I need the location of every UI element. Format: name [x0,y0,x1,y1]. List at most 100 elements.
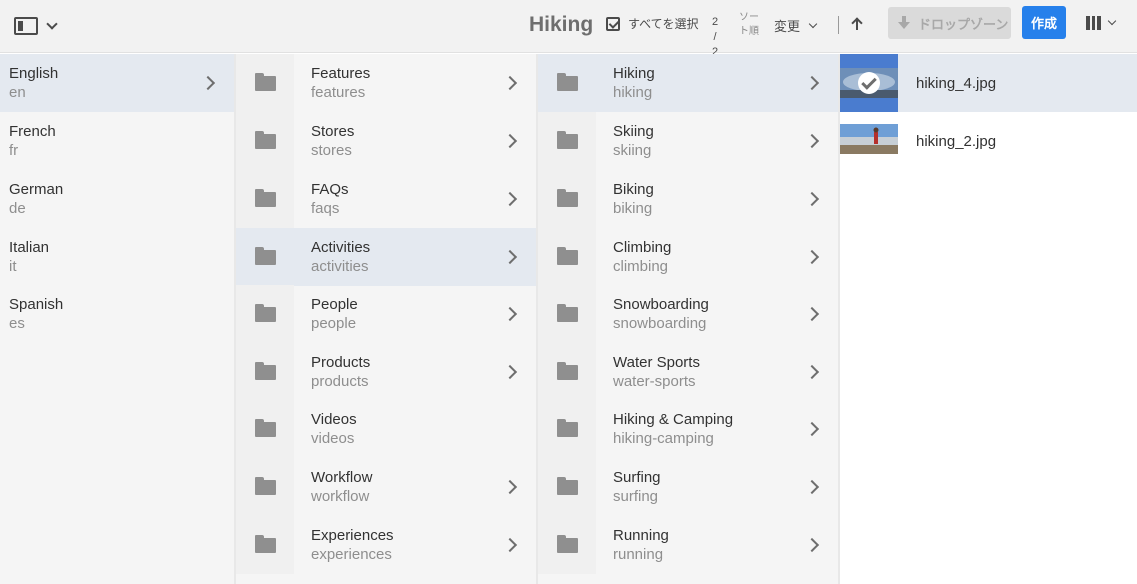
column-item[interactable]: Biking biking [538,170,838,228]
chevron-right-icon [502,479,518,495]
chevron-down-icon [1107,16,1117,26]
column-item[interactable]: Hiking & Camping hiking-camping [538,400,838,458]
dropzone-label: ドロップゾーン [918,16,1009,32]
view-switcher[interactable] [1086,16,1117,30]
column-item[interactable]: Spanish es [0,285,234,343]
column-item[interactable]: English en [0,54,234,112]
item-name: activities [311,258,369,275]
chevron-right-icon [804,75,820,91]
item-title: Water Sports [613,354,700,371]
item-title: Stores [311,123,355,140]
folder-icon [557,73,578,91]
asset-item[interactable]: hiking_4.jpg [840,54,1137,112]
chevron-right-icon [804,249,820,265]
toolbar-divider [838,16,839,34]
item-title: Workflow [311,469,373,486]
column-item[interactable]: FAQs faqs [236,170,536,228]
column-item[interactable]: Products products [236,343,536,401]
item-title: Surfing [613,469,661,486]
hiking-image [840,112,898,170]
chevron-right-icon [804,537,820,553]
item-thumbnail [538,458,596,516]
chevron-right-icon [804,421,820,437]
item-thumbnail [236,170,294,228]
column-item[interactable]: Running running [538,516,838,574]
folder-icon [557,131,578,149]
arrow-up-icon [856,20,858,30]
item-thumbnail [538,54,596,112]
column-item[interactable]: Snowboarding snowboarding [538,285,838,343]
item-thumbnail [236,285,294,343]
chevron-right-icon [804,306,820,322]
item-thumbnail [538,170,596,228]
item-thumbnail [236,400,294,458]
column-item[interactable]: Activities activities [236,228,536,286]
asset-item[interactable]: hiking_2.jpg [840,112,1137,170]
folder-icon [255,189,276,207]
item-name: surfing [613,488,659,505]
item-name: water-sports [613,373,696,390]
chevron-down-icon [808,19,818,28]
item-title: German [9,181,64,198]
column-item[interactable]: Hiking hiking [538,54,838,112]
item-title: Videos [311,411,357,428]
select-all-button[interactable]: すべてを選択 [606,15,698,32]
item-title: French [9,123,56,140]
rail-toggle-button[interactable] [14,12,70,40]
column-item[interactable]: Experiences experiences [236,516,536,574]
folder-icon [255,362,276,380]
item-name: es [9,315,25,332]
chevron-right-icon [200,75,216,91]
chevron-right-icon [804,479,820,495]
column-assets: hiking_4.jpg hiking_2.jpg [840,54,1137,584]
chevron-down-icon [46,18,58,30]
column-item[interactable]: German de [0,170,234,228]
folder-icon [557,247,578,265]
column-item[interactable]: People people [236,285,536,343]
folder-icon [255,535,276,553]
checkmark-icon [858,72,880,94]
sort-direction-button[interactable] [848,15,866,35]
column-item[interactable]: French fr [0,112,234,170]
item-thumbnail [538,516,596,574]
sort-select[interactable]: 変更 [774,16,818,35]
item-title: Hiking & Camping [613,411,734,428]
column-item[interactable]: Climbing climbing [538,228,838,286]
folder-icon [255,247,276,265]
item-name: faqs [311,200,340,217]
asset-name: hiking_2.jpg [916,133,997,150]
item-name: videos [311,430,355,447]
column-item[interactable]: Stores stores [236,112,536,170]
action-bar: Hiking すべてを選択 2 / 2 ソート順 変更 ドロップゾーン 作成 [0,0,1137,58]
item-title: Running [613,527,669,544]
column-item[interactable]: Features features [236,54,536,112]
column-item[interactable]: Workflow workflow [236,458,536,516]
column-item[interactable]: Videos videos [236,400,536,458]
column-view-icon [1086,16,1101,30]
item-thumbnail [236,228,294,286]
folder-icon [557,477,578,495]
column-item[interactable]: Surfing surfing [538,458,838,516]
item-thumbnail [538,112,596,170]
item-name: it [9,258,17,275]
select-all-label: すべてを選択 [628,17,699,31]
item-name: hiking-camping [613,430,714,447]
item-title: Biking [613,181,654,198]
dropzone-button[interactable]: ドロップゾーン [888,7,1011,39]
create-button[interactable]: 作成 [1022,6,1066,39]
item-thumbnail [236,54,294,112]
item-name: stores [311,142,352,159]
item-title: Spanish [9,296,64,313]
chevron-right-icon [502,537,518,553]
item-title: Activities [311,239,371,256]
select-all-icon [606,16,620,31]
column-item[interactable]: Water Sports water-sports [538,343,838,401]
column-item[interactable]: Italian it [0,228,234,286]
item-name: hiking [613,84,653,101]
item-name: en [9,84,26,101]
folder-icon [557,535,578,553]
selection-count-selected: 2 / [711,16,719,43]
column-item[interactable]: Skiing skiing [538,112,838,170]
item-thumbnail [538,400,596,458]
column-sites: Features features Stores stores FAQs faq… [236,54,536,584]
